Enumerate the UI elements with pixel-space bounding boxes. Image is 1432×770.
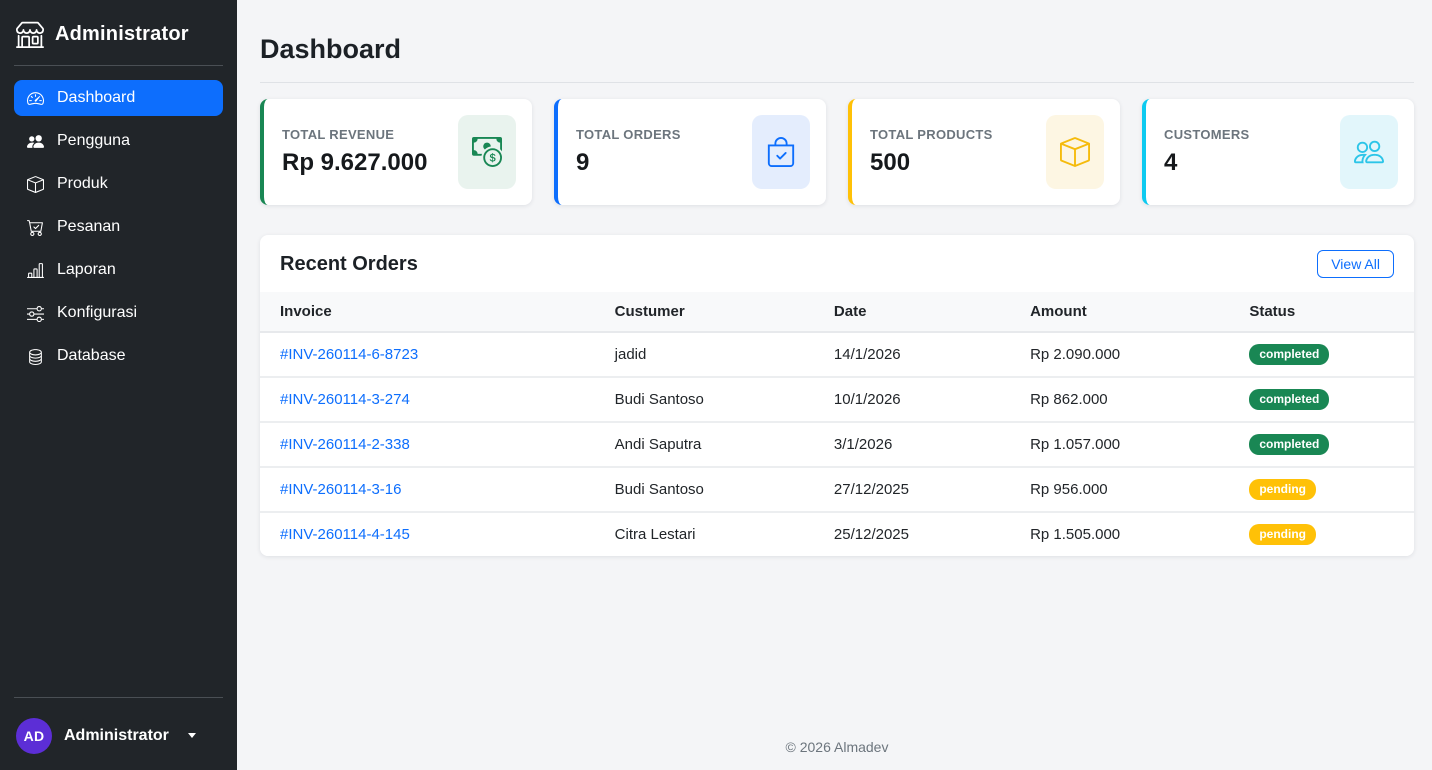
sidebar-item-label: Pengguna <box>57 132 130 150</box>
brand: Administrator <box>14 18 223 50</box>
stat-label: TOTAL REVENUE <box>282 127 427 142</box>
stat-value: 4 <box>1164 149 1250 177</box>
sidebar-item-konfigurasi[interactable]: Konfigurasi <box>14 295 223 331</box>
date-cell: 10/1/2026 <box>814 377 1010 422</box>
column-header-invoice: Invoice <box>260 292 595 332</box>
invoice-link[interactable]: #INV-260114-3-274 <box>280 391 410 408</box>
table-row: #INV-260114-6-8723 jadid 14/1/2026 Rp 2.… <box>260 332 1414 377</box>
sidebar-item-label: Konfigurasi <box>57 304 137 322</box>
customer-cell: jadid <box>595 332 814 377</box>
date-cell: 3/1/2026 <box>814 422 1010 467</box>
column-header-status: Status <box>1229 292 1414 332</box>
customer-cell: Andi Saputra <box>595 422 814 467</box>
status-badge: completed <box>1249 434 1329 455</box>
invoice-link[interactable]: #INV-260114-6-8723 <box>280 346 418 363</box>
column-header-customer: Custumer <box>595 292 814 332</box>
speedometer-icon <box>27 90 44 107</box>
chevron-down-icon <box>188 733 196 738</box>
people-icon <box>27 133 44 150</box>
stat-card-customers: CUSTOMERS 4 <box>1142 99 1414 205</box>
table-row: #INV-260114-2-338 Andi Saputra 3/1/2026 … <box>260 422 1414 467</box>
page-title: Dashboard <box>260 34 1414 65</box>
user-menu[interactable]: AD Administrator <box>14 712 223 756</box>
recent-orders-title: Recent Orders <box>280 253 418 276</box>
sidebar-divider <box>14 65 223 66</box>
column-header-date: Date <box>814 292 1010 332</box>
status-badge: completed <box>1249 344 1329 365</box>
stat-value: Rp 9.627.000 <box>282 149 427 177</box>
sidebar-item-label: Dashboard <box>57 89 135 107</box>
amount-cell: Rp 956.000 <box>1010 467 1229 512</box>
bag-check-icon <box>752 115 810 189</box>
sidebar-footer-divider <box>14 697 223 698</box>
sidebar-item-label: Produk <box>57 175 108 193</box>
stats-row: TOTAL REVENUE Rp 9.627.000 TOTAL ORDERS … <box>260 99 1414 205</box>
table-row: #INV-260114-3-274 Budi Santoso 10/1/2026… <box>260 377 1414 422</box>
stat-card-total-products: TOTAL PRODUCTS 500 <box>848 99 1120 205</box>
box-icon <box>1046 115 1104 189</box>
cart-check-icon <box>27 219 44 236</box>
date-cell: 27/12/2025 <box>814 467 1010 512</box>
stat-label: TOTAL PRODUCTS <box>870 127 993 142</box>
date-cell: 14/1/2026 <box>814 332 1010 377</box>
sidebar-item-produk[interactable]: Produk <box>14 166 223 202</box>
invoice-link[interactable]: #INV-260114-4-145 <box>280 526 410 543</box>
page-footer: © 2026 Almadev <box>260 727 1414 770</box>
brand-title: Administrator <box>55 23 189 46</box>
stat-card-total-revenue: TOTAL REVENUE Rp 9.627.000 <box>260 99 532 205</box>
title-divider <box>260 82 1414 83</box>
sidebar-item-database[interactable]: Database <box>14 338 223 374</box>
stat-value: 9 <box>576 149 681 177</box>
box-icon <box>27 176 44 193</box>
invoice-link[interactable]: #INV-260114-2-338 <box>280 436 410 453</box>
recent-orders-card: Recent Orders View All Invoice Custumer … <box>260 235 1414 556</box>
column-header-amount: Amount <box>1010 292 1229 332</box>
stat-card-total-orders: TOTAL ORDERS 9 <box>554 99 826 205</box>
sidebar: Administrator Dashboard Pengguna Produk <box>0 0 237 770</box>
sidebar-footer: AD Administrator <box>14 682 223 756</box>
sidebar-item-pesanan[interactable]: Pesanan <box>14 209 223 245</box>
cash-coin-icon <box>458 115 516 189</box>
table-row: #INV-260114-4-145 Citra Lestari 25/12/20… <box>260 512 1414 556</box>
amount-cell: Rp 1.505.000 <box>1010 512 1229 556</box>
recent-orders-header: Recent Orders View All <box>260 235 1414 292</box>
stat-label: TOTAL ORDERS <box>576 127 681 142</box>
bar-chart-icon <box>27 262 44 279</box>
database-icon <box>27 348 44 365</box>
people-icon <box>1340 115 1398 189</box>
table-row: #INV-260114-3-16 Budi Santoso 27/12/2025… <box>260 467 1414 512</box>
stat-value: 500 <box>870 149 993 177</box>
orders-table: Invoice Custumer Date Amount Status #INV… <box>260 292 1414 556</box>
sidebar-item-label: Pesanan <box>57 218 120 236</box>
sidebar-item-label: Database <box>57 347 126 365</box>
date-cell: 25/12/2025 <box>814 512 1010 556</box>
amount-cell: Rp 862.000 <box>1010 377 1229 422</box>
user-name: Administrator <box>64 727 169 745</box>
customer-cell: Citra Lestari <box>595 512 814 556</box>
sidebar-item-dashboard[interactable]: Dashboard <box>14 80 223 116</box>
shop-icon <box>16 20 44 48</box>
sidebar-item-label: Laporan <box>57 261 116 279</box>
status-badge: pending <box>1249 524 1316 545</box>
sidebar-item-laporan[interactable]: Laporan <box>14 252 223 288</box>
customer-cell: Budi Santoso <box>595 377 814 422</box>
status-badge: completed <box>1249 389 1329 410</box>
table-header-row: Invoice Custumer Date Amount Status <box>260 292 1414 332</box>
amount-cell: Rp 2.090.000 <box>1010 332 1229 377</box>
main-content: Dashboard TOTAL REVENUE Rp 9.627.000 TOT… <box>237 0 1432 770</box>
sidebar-item-pengguna[interactable]: Pengguna <box>14 123 223 159</box>
sidebar-nav: Dashboard Pengguna Produk Pesanan Lapora… <box>14 80 223 381</box>
amount-cell: Rp 1.057.000 <box>1010 422 1229 467</box>
invoice-link[interactable]: #INV-260114-3-16 <box>280 481 401 498</box>
avatar: AD <box>16 718 52 754</box>
customer-cell: Budi Santoso <box>595 467 814 512</box>
sliders-icon <box>27 305 44 322</box>
view-all-button[interactable]: View All <box>1317 250 1394 278</box>
stat-label: CUSTOMERS <box>1164 127 1250 142</box>
status-badge: pending <box>1249 479 1316 500</box>
